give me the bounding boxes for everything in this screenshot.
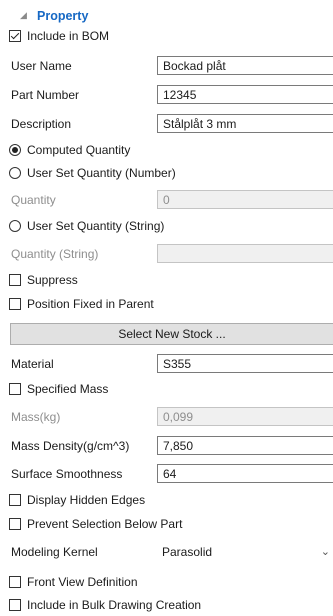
mass-label: Mass(kg): [11, 410, 61, 424]
surface-smoothness-row: Surface Smoothness: [0, 463, 333, 485]
front-view-definition-checkbox-row[interactable]: Front View Definition: [9, 572, 138, 592]
user-set-quantity-string-radio[interactable]: [9, 220, 21, 232]
quantity-string-row: Quantity (String): [0, 243, 333, 265]
user-name-label: User Name: [11, 59, 72, 73]
display-hidden-edges-checkbox-row[interactable]: Display Hidden Edges: [9, 490, 145, 510]
mass-density-row: Mass Density(g/cm^3): [0, 435, 333, 457]
front-view-definition-label: Front View Definition: [27, 575, 138, 589]
display-hidden-edges-label: Display Hidden Edges: [27, 493, 146, 507]
user-set-quantity-number-radio[interactable]: [9, 167, 21, 179]
computed-quantity-label: Computed Quantity: [27, 143, 131, 157]
quantity-row: Quantity: [0, 189, 333, 211]
computed-quantity-radio[interactable]: [9, 144, 21, 156]
prevent-selection-checkbox-row[interactable]: Prevent Selection Below Part: [9, 514, 182, 534]
modeling-kernel-label: Modeling Kernel: [11, 545, 98, 559]
chevron-down-icon[interactable]: ⌄: [321, 542, 330, 562]
part-number-field[interactable]: [157, 85, 333, 104]
specified-mass-checkbox-row[interactable]: Specified Mass: [9, 379, 108, 399]
user-set-quantity-number-option[interactable]: User Set Quantity (Number): [9, 163, 176, 183]
section-title: Property: [37, 9, 89, 23]
surface-smoothness-label: Surface Smoothness: [11, 467, 123, 481]
modeling-kernel-dropdown[interactable]: Parasolid ⌄: [157, 542, 333, 562]
mass-field: [157, 407, 333, 426]
quantity-string-field: [157, 244, 333, 263]
user-name-row: User Name: [0, 55, 333, 77]
mass-density-label: Mass Density(g/cm^3): [11, 439, 130, 453]
bulk-drawing-label: Include in Bulk Drawing Creation: [27, 598, 202, 612]
user-set-quantity-number-label: User Set Quantity (Number): [27, 166, 176, 180]
specified-mass-label: Specified Mass: [27, 382, 109, 396]
display-hidden-edges-checkbox[interactable]: [9, 494, 21, 506]
user-set-quantity-string-option[interactable]: User Set Quantity (String): [9, 216, 164, 236]
description-field[interactable]: [157, 114, 333, 133]
select-new-stock-button[interactable]: Select New Stock ...: [10, 323, 333, 345]
surface-smoothness-field[interactable]: [157, 464, 333, 483]
suppress-checkbox-row[interactable]: Suppress: [9, 270, 78, 290]
suppress-label: Suppress: [27, 273, 78, 287]
material-label: Material: [11, 357, 54, 371]
material-row: Material: [0, 353, 333, 375]
user-name-field[interactable]: [157, 56, 333, 75]
position-fixed-label: Position Fixed in Parent: [27, 297, 154, 311]
bulk-drawing-checkbox-row[interactable]: Include in Bulk Drawing Creation: [9, 595, 201, 615]
modeling-kernel-row: Modeling Kernel Parasolid ⌄: [0, 541, 333, 563]
prevent-selection-label: Prevent Selection Below Part: [27, 517, 183, 531]
front-view-definition-checkbox[interactable]: [9, 576, 21, 588]
quantity-field: [157, 190, 333, 209]
mass-density-field[interactable]: [157, 436, 333, 455]
material-field[interactable]: [157, 354, 333, 373]
collapse-triangle-icon[interactable]: ◢: [20, 10, 27, 21]
bulk-drawing-checkbox[interactable]: [9, 599, 21, 611]
include-in-bom-label: Include in BOM: [27, 29, 110, 43]
prevent-selection-checkbox[interactable]: [9, 518, 21, 530]
mass-row: Mass(kg): [0, 406, 333, 428]
part-number-label: Part Number: [11, 88, 80, 102]
specified-mass-checkbox[interactable]: [9, 383, 21, 395]
user-set-quantity-string-label: User Set Quantity (String): [27, 219, 165, 233]
quantity-string-label: Quantity (String): [11, 247, 99, 261]
part-number-row: Part Number: [0, 84, 333, 106]
property-section-header[interactable]: ◢ Property: [0, 8, 333, 26]
description-row: Description: [0, 113, 333, 135]
quantity-label: Quantity: [11, 193, 56, 207]
position-fixed-checkbox-row[interactable]: Position Fixed in Parent: [9, 294, 154, 314]
include-in-bom-checkbox-row[interactable]: Include in BOM: [9, 26, 109, 46]
description-label: Description: [11, 117, 72, 131]
include-in-bom-checkbox[interactable]: [9, 30, 21, 42]
suppress-checkbox[interactable]: [9, 274, 21, 286]
position-fixed-checkbox[interactable]: [9, 298, 21, 310]
modeling-kernel-value: Parasolid: [162, 545, 213, 559]
computed-quantity-option[interactable]: Computed Quantity: [9, 140, 130, 160]
